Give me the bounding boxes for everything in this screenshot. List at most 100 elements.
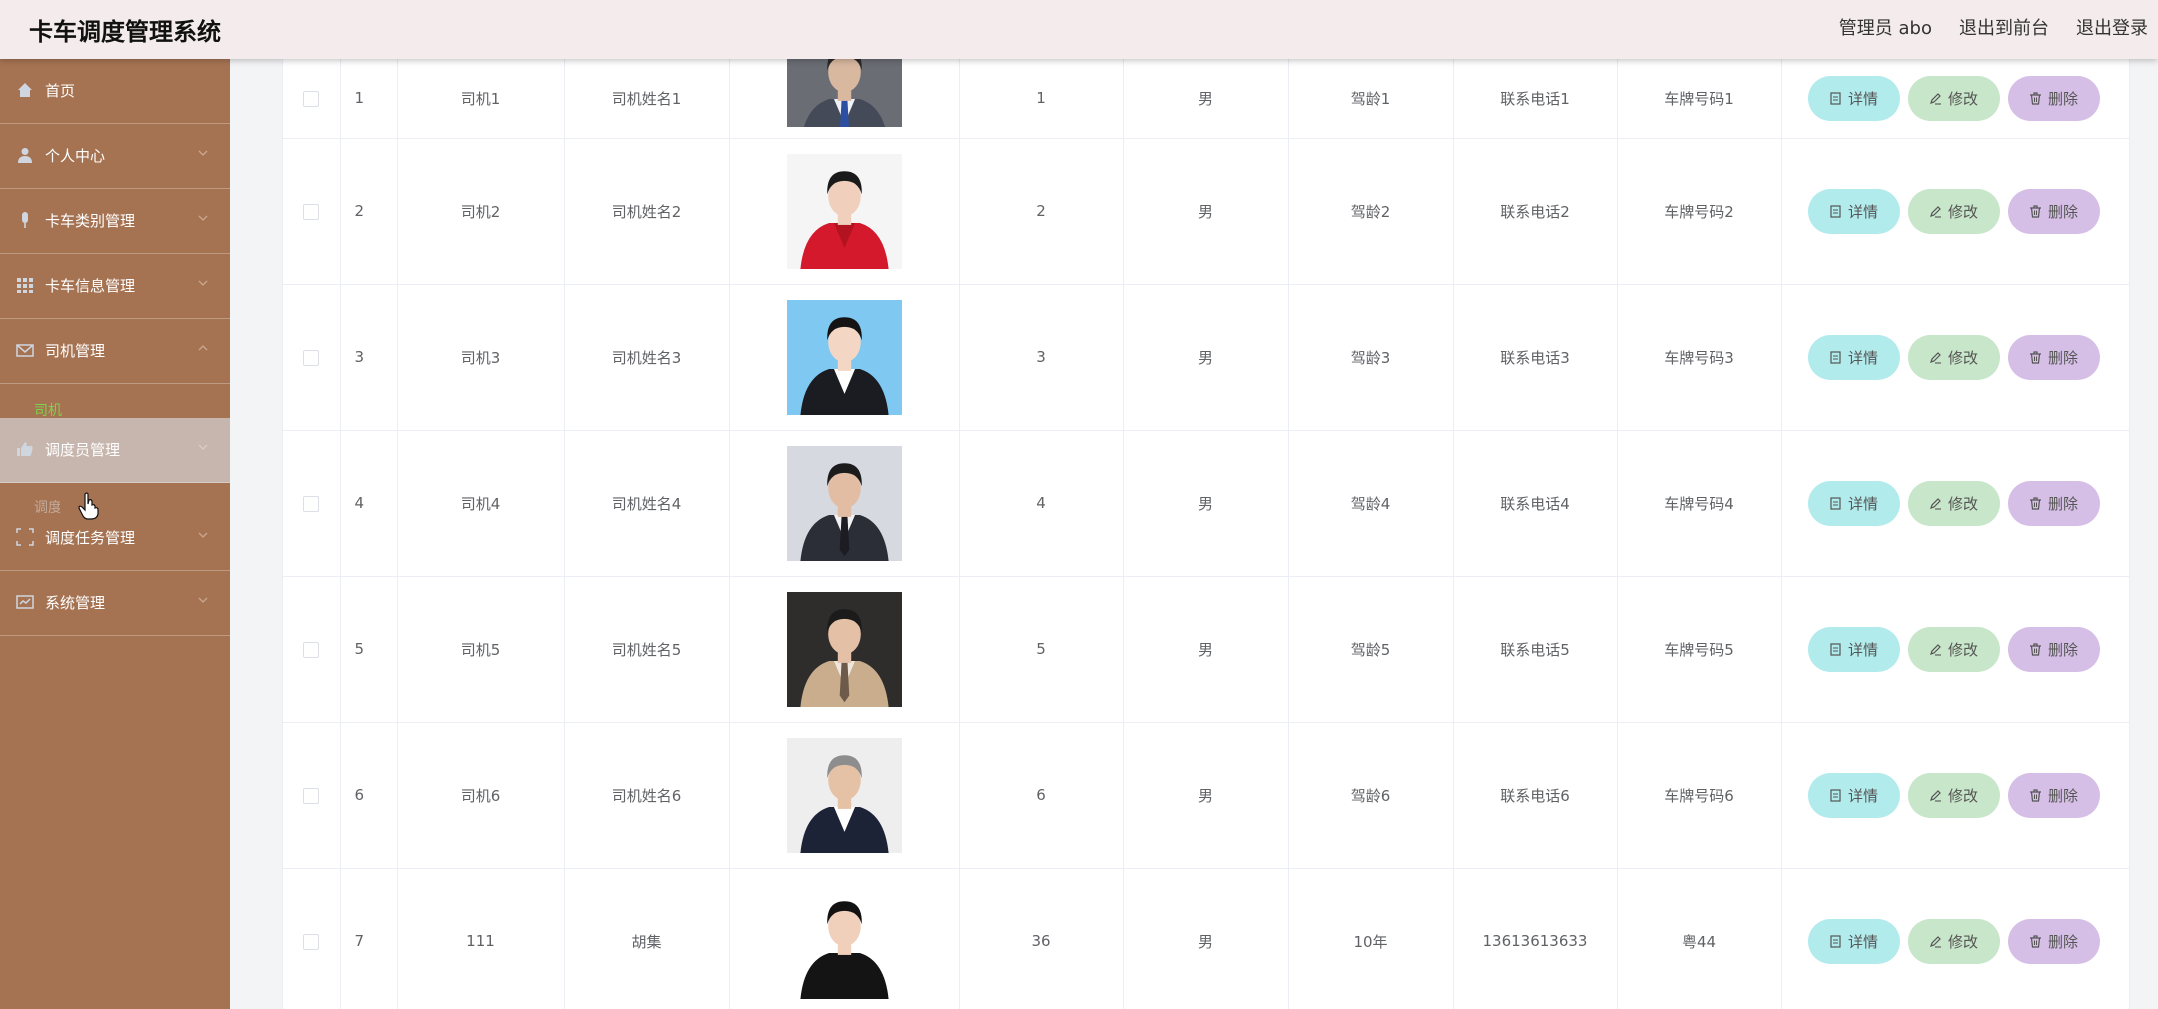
actions-cell: 详情 修改 删除 xyxy=(1781,59,2129,139)
pencil-icon xyxy=(1930,643,1941,656)
actions-cell: 详情 修改 删除 xyxy=(1781,868,2129,1009)
sidebar-item-dispatch-task[interactable]: 调度任务管理 xyxy=(0,506,230,571)
index-cell: 5 xyxy=(340,576,398,723)
trash-icon xyxy=(2029,496,2041,510)
photo-cell xyxy=(729,722,960,869)
row-checkbox[interactable] xyxy=(303,495,320,512)
actions-cell: 详情 修改 删除 xyxy=(1781,430,2129,577)
driver-name-cell: 司机姓名3 xyxy=(564,284,730,431)
submenu-item-driver[interactable]: 司机 xyxy=(34,400,62,420)
plate-cell: 车牌号码4 xyxy=(1617,430,1782,577)
delete-button-label: 删除 xyxy=(2047,89,2078,108)
chevron-down-icon xyxy=(198,280,208,286)
detail-button[interactable]: 详情 xyxy=(1807,334,1900,380)
row-checkbox[interactable] xyxy=(303,203,320,220)
sidebar-item-truck-info[interactable]: 卡车信息管理 xyxy=(0,254,230,319)
sidebar-item-home[interactable]: 首页 xyxy=(0,59,230,124)
detail-button[interactable]: 详情 xyxy=(1807,918,1900,964)
back-to-frontend-link[interactable]: 退出到前台 xyxy=(1959,14,2049,40)
sidebar-item-dispatcher-management[interactable]: 调度员管理 xyxy=(0,418,230,483)
edit-button[interactable]: 修改 xyxy=(1907,772,2000,818)
driver-name-cell: 司机姓名4 xyxy=(564,430,730,577)
delete-button[interactable]: 删除 xyxy=(2007,918,2100,964)
app-title: 卡车调度管理系统 xyxy=(29,18,221,46)
gender-cell: 男 xyxy=(1123,868,1289,1009)
edit-button[interactable]: 修改 xyxy=(1907,480,2000,526)
edit-button-label: 修改 xyxy=(1947,202,1978,221)
table-row: 5 司机5 司机姓名5 5 男 驾龄5 联系电话5 车牌号码5 详情 修改 删除 xyxy=(283,576,2129,723)
phone-cell: 联系电话6 xyxy=(1453,722,1618,869)
detail-button[interactable]: 详情 xyxy=(1807,772,1900,818)
delete-button[interactable]: 删除 xyxy=(2007,334,2100,380)
delete-button[interactable]: 删除 xyxy=(2007,75,2100,121)
row-checkbox[interactable] xyxy=(303,641,320,658)
edit-button[interactable]: 修改 xyxy=(1907,918,2000,964)
sidebar-item-personal-center[interactable]: 个人中心 xyxy=(0,124,230,189)
edit-button-label: 修改 xyxy=(1947,932,1978,951)
index-cell: 2 xyxy=(340,138,398,285)
sidebar-item-system[interactable]: 系统管理 xyxy=(0,571,230,636)
row-checkbox[interactable] xyxy=(303,787,320,804)
edit-button-label: 修改 xyxy=(1947,640,1978,659)
driver-photo xyxy=(786,737,902,853)
delete-button[interactable]: 删除 xyxy=(2007,188,2100,234)
row-checkbox[interactable] xyxy=(303,349,320,366)
age-cell: 5 xyxy=(959,576,1124,723)
header-links: 管理员 abo 退出到前台 退出登录 xyxy=(1839,14,2148,40)
delete-button[interactable]: 删除 xyxy=(2007,772,2100,818)
index-cell: 3 xyxy=(340,284,398,431)
table-row: 2 司机2 司机姓名2 2 男 驾龄2 联系电话2 车牌号码2 详情 修改 删除 xyxy=(283,138,2129,285)
logout-link[interactable]: 退出登录 xyxy=(2076,14,2148,40)
select-cell xyxy=(283,59,341,139)
driver-photo xyxy=(786,591,902,707)
document-icon xyxy=(1830,204,1841,218)
detail-button[interactable]: 详情 xyxy=(1807,480,1900,526)
sidebar-item-label: 卡车类别管理 xyxy=(45,212,136,230)
edit-button[interactable]: 修改 xyxy=(1907,188,2000,234)
top-bar: 卡车调度管理系统 管理员 abo 退出到前台 退出登录 xyxy=(0,0,2158,59)
row-checkbox[interactable] xyxy=(303,90,320,107)
detail-button[interactable]: 详情 xyxy=(1807,75,1900,121)
delete-button[interactable]: 删除 xyxy=(2007,626,2100,672)
chevron-down-icon xyxy=(198,215,208,221)
pencil-icon xyxy=(1930,935,1941,948)
document-icon xyxy=(1830,934,1841,948)
detail-button[interactable]: 详情 xyxy=(1807,626,1900,672)
plate-cell: 车牌号码2 xyxy=(1617,138,1782,285)
sidebar-item-label: 司机管理 xyxy=(45,342,106,360)
sidebar-item-truck-category[interactable]: 卡车类别管理 xyxy=(0,189,230,254)
driver-name-cell: 司机姓名5 xyxy=(564,576,730,723)
chevron-up-icon xyxy=(198,345,208,351)
edit-button[interactable]: 修改 xyxy=(1907,626,2000,672)
row-checkbox[interactable] xyxy=(303,933,320,950)
index-cell: 6 xyxy=(340,722,398,869)
sidebar-item-label: 卡车信息管理 xyxy=(45,277,136,295)
table-row: 3 司机3 司机姓名3 3 男 驾龄3 联系电话3 车牌号码3 详情 修改 删除 xyxy=(283,284,2129,431)
edit-button-label: 修改 xyxy=(1947,786,1978,805)
driving-years-cell: 驾龄2 xyxy=(1288,138,1454,285)
trash-icon xyxy=(2029,788,2041,802)
driver-photo xyxy=(786,299,902,415)
detail-button-label: 详情 xyxy=(1847,89,1878,108)
sidebar-item-label: 调度任务管理 xyxy=(45,529,136,547)
edit-button[interactable]: 修改 xyxy=(1907,334,2000,380)
delete-button-label: 删除 xyxy=(2047,348,2078,367)
microphone-icon xyxy=(22,212,28,228)
table-row: 4 司机4 司机姓名4 4 男 驾龄4 联系电话4 车牌号码4 详情 修改 删除 xyxy=(283,430,2129,577)
delete-button[interactable]: 删除 xyxy=(2007,480,2100,526)
detail-button-label: 详情 xyxy=(1847,348,1878,367)
driver-account-cell: 司机4 xyxy=(397,430,565,577)
driver-account-cell: 司机2 xyxy=(397,138,565,285)
sidebar-item-driver-management[interactable]: 司机管理 xyxy=(0,319,230,384)
driving-years-cell: 驾龄5 xyxy=(1288,576,1454,723)
phone-cell: 联系电话5 xyxy=(1453,576,1618,723)
admin-user-link[interactable]: 管理员 abo xyxy=(1839,14,1932,40)
driver-name-cell: 司机姓名2 xyxy=(564,138,730,285)
pencil-icon xyxy=(1930,205,1941,218)
photo-cell xyxy=(729,138,960,285)
phone-cell: 联系电话1 xyxy=(1453,59,1618,139)
driving-years-cell: 10年 xyxy=(1288,868,1454,1009)
detail-button[interactable]: 详情 xyxy=(1807,188,1900,234)
trash-icon xyxy=(2029,350,2041,364)
edit-button[interactable]: 修改 xyxy=(1907,75,2000,121)
